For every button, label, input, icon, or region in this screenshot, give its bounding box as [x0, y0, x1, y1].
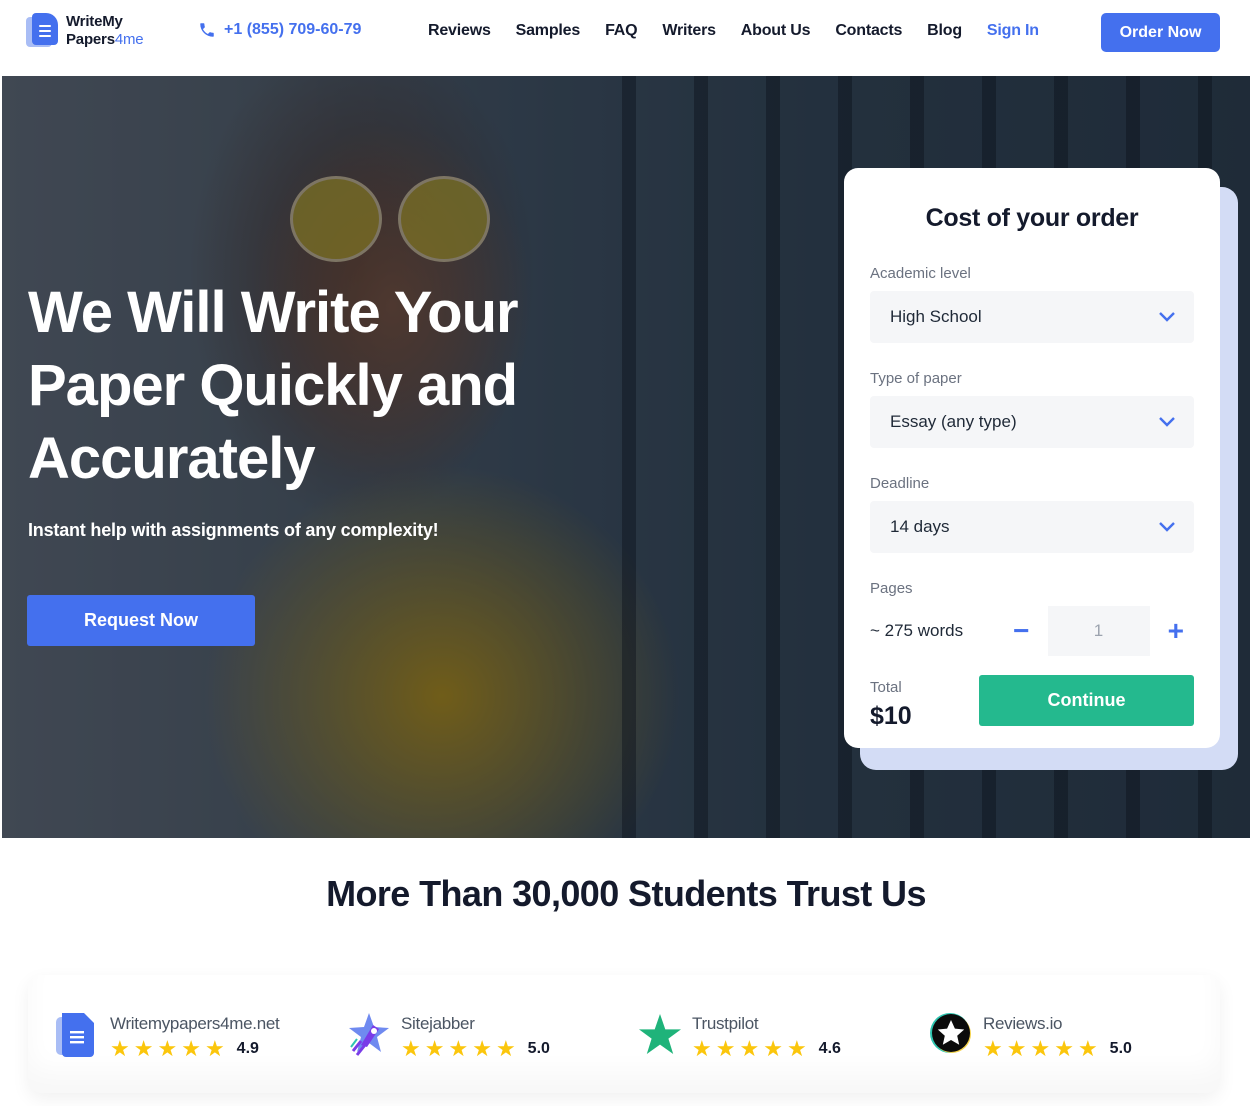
review-item-reviewsio[interactable]: Reviews.io ★ ★ ★ ★ ★ 5.0: [929, 1011, 1220, 1093]
logo[interactable]: WriteMy Papers4me: [26, 13, 144, 49]
star-icon: ★: [204, 1036, 225, 1061]
nav-samples[interactable]: Samples: [516, 22, 581, 40]
nav-reviews[interactable]: Reviews: [428, 22, 491, 40]
star-icon: ★: [763, 1036, 783, 1061]
star-rating: ★ ★ ★ ★ ★ 4.9: [110, 1038, 279, 1060]
star-icon: ★: [1077, 1036, 1098, 1061]
trustpilot-star-icon: [638, 1011, 684, 1057]
star-icon: ★: [715, 1036, 736, 1061]
star-icon: ★: [424, 1036, 445, 1061]
increment-pages-button[interactable]: +: [1158, 615, 1194, 647]
phone-number: +1 (855) 709-60-79: [224, 21, 362, 38]
review-platform-name: Writemypapers4me.net: [110, 1014, 280, 1033]
star-icon: ★: [1054, 1036, 1074, 1061]
academic-level-select[interactable]: High School: [870, 291, 1194, 343]
star-rating: ★ ★ ★ ★ ★ 5.0: [983, 1038, 1132, 1060]
star-icon: ★: [448, 1036, 469, 1061]
star-icon: ★: [472, 1036, 492, 1061]
nav-faq[interactable]: FAQ: [605, 22, 637, 40]
order-now-button[interactable]: Order Now: [1101, 13, 1220, 52]
review-platform-name: Reviews.io: [983, 1014, 1063, 1033]
review-item-trustpilot[interactable]: Trustpilot ★ ★ ★ ★ ★ 4.6: [638, 1011, 929, 1093]
star-icon: ★: [692, 1036, 712, 1061]
paper-type-select[interactable]: Essay (any type): [870, 396, 1194, 448]
request-now-button[interactable]: Request Now: [27, 595, 255, 646]
deadline-select[interactable]: 14 days: [870, 501, 1194, 553]
logo-line-2: Papers: [66, 31, 115, 48]
nav-writers[interactable]: Writers: [662, 22, 716, 40]
total-price: $10: [870, 702, 912, 730]
pages-stepper: ~ 275 words − +: [870, 605, 1194, 657]
reviewsio-star-icon: [929, 1011, 975, 1057]
site-header: WriteMy Papers4me +1 (855) 709-60-79 Rev…: [0, 0, 1252, 76]
chevron-down-icon: [1159, 417, 1175, 427]
nav-about-us[interactable]: About Us: [741, 22, 811, 40]
rating-value: 4.6: [818, 1040, 841, 1057]
star-icon: ★: [133, 1036, 154, 1061]
rating-value: 5.0: [1109, 1040, 1132, 1057]
star-rating: ★ ★ ★ ★ ★ 4.6: [692, 1038, 841, 1060]
chevron-down-icon: [1159, 312, 1175, 322]
sign-in-link[interactable]: Sign In: [987, 22, 1039, 40]
hero-subtitle: Instant help with assignments of any com…: [28, 520, 439, 540]
nav-contacts[interactable]: Contacts: [835, 22, 902, 40]
deadline-label: Deadline: [870, 475, 930, 492]
rating-value: 5.0: [527, 1040, 550, 1057]
chevron-down-icon: [1159, 522, 1175, 532]
star-icon: ★: [739, 1036, 760, 1061]
total-label: Total: [870, 679, 902, 696]
rating-value: 4.9: [236, 1040, 259, 1057]
logo-text: WriteMy Papers4me: [66, 13, 144, 49]
star-icon: ★: [401, 1036, 421, 1061]
star-icon: ★: [1006, 1036, 1027, 1061]
main-nav: Reviews Samples FAQ Writers About Us Con…: [428, 22, 1064, 40]
review-platforms-bar: Writemypapers4me.net ★ ★ ★ ★ ★ 4.9 Sitejabbe…: [28, 975, 1220, 1093]
order-cost-card: Cost of your order Academic level High S…: [844, 168, 1220, 748]
hero-title: We Will Write Your Paper Quickly and Acc…: [28, 280, 519, 491]
star-icon: ★: [1030, 1036, 1051, 1061]
paper-type-value: Essay (any type): [890, 412, 1017, 431]
pages-label: Pages: [870, 580, 913, 597]
star-rating: ★ ★ ★ ★ ★ 5.0: [401, 1038, 550, 1060]
academic-level-value: High School: [890, 307, 982, 326]
review-item-writemypapers[interactable]: Writemypapers4me.net ★ ★ ★ ★ ★ 4.9: [56, 1011, 347, 1093]
continue-button[interactable]: Continue: [979, 675, 1194, 726]
star-icon: ★: [983, 1036, 1003, 1061]
trust-heading: More Than 30,000 Students Trust Us: [326, 873, 926, 914]
phone-icon: [200, 23, 214, 37]
review-item-sitejabber[interactable]: Sitejabber ★ ★ ★ ★ ★ 5.0: [347, 1011, 638, 1093]
academic-level-label: Academic level: [870, 265, 971, 282]
star-icon: ★: [181, 1036, 201, 1061]
review-platform-name: Sitejabber: [401, 1014, 475, 1033]
logo-line-1: WriteMy: [66, 13, 123, 30]
nav-blog[interactable]: Blog: [927, 22, 962, 40]
star-icon: ★: [786, 1036, 807, 1061]
writemypapers-logo-icon: [56, 1011, 102, 1057]
sitejabber-rocket-icon: [347, 1011, 393, 1057]
star-icon: ★: [110, 1036, 130, 1061]
word-count: ~ 275 words: [870, 621, 964, 640]
star-icon: ★: [157, 1036, 178, 1061]
deadline-value: 14 days: [890, 517, 950, 536]
phone-link[interactable]: +1 (855) 709-60-79: [198, 21, 361, 39]
review-platform-name: Trustpilot: [692, 1014, 759, 1033]
star-icon: ★: [495, 1036, 516, 1061]
pages-input[interactable]: [1047, 606, 1150, 656]
card-title: Cost of your order: [925, 204, 1139, 232]
document-logo-icon: [26, 13, 60, 49]
decrement-pages-button[interactable]: −: [1003, 615, 1039, 647]
logo-accent: 4me: [114, 31, 144, 48]
paper-type-label: Type of paper: [870, 370, 962, 387]
